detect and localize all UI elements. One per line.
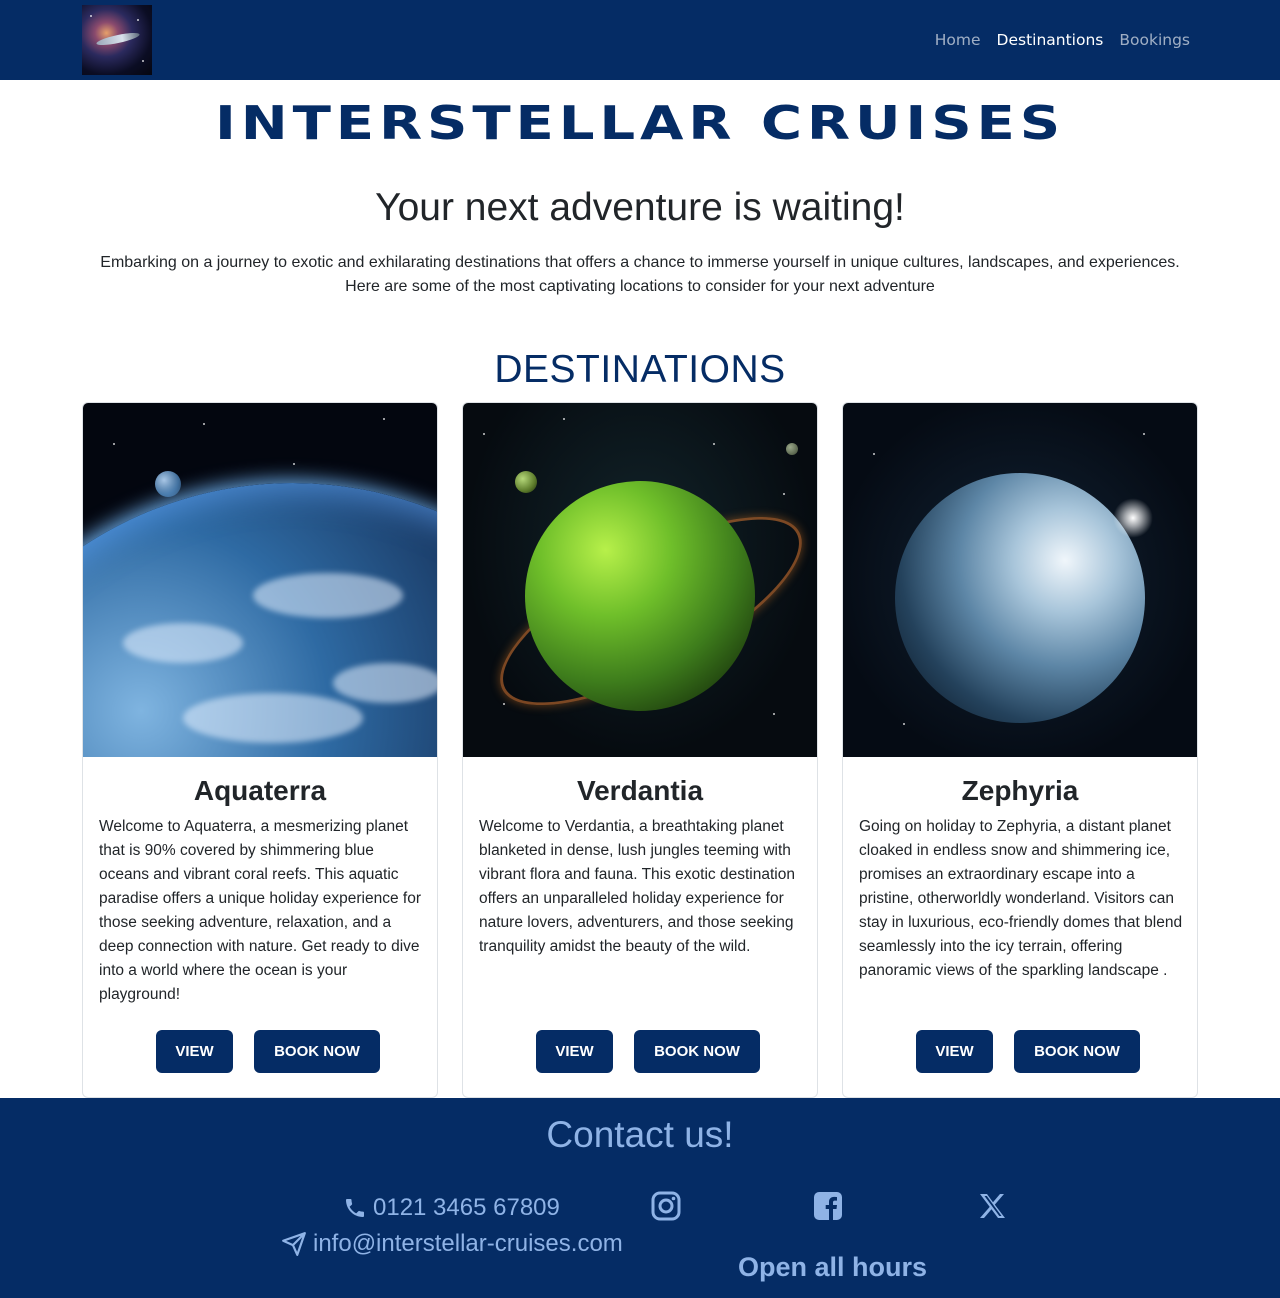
book-now-button[interactable]: BOOK NOW: [254, 1030, 380, 1073]
star-dot: [90, 15, 92, 17]
cloud: [183, 693, 363, 743]
view-button[interactable]: VIEW: [536, 1030, 613, 1073]
spaceship-icon: [95, 30, 141, 48]
card-description: Welcome to Aquaterra, a mesmerizing plan…: [99, 818, 421, 1003]
tagline: Your next adventure is waiting!: [375, 186, 905, 229]
nav-link-bookings[interactable]: Bookings: [1119, 31, 1190, 49]
phone-icon: [346, 1199, 364, 1217]
star-dot: [203, 423, 205, 425]
card-title: Aquaterra: [193, 775, 327, 806]
x-icon[interactable]: [976, 1190, 1008, 1222]
ice-planet-image: [843, 403, 1197, 757]
open-hours: Open all hours: [738, 1252, 928, 1282]
star-dot: [873, 453, 875, 455]
star-dot: [383, 418, 385, 420]
destination-cards: Aquaterra Welcome to Aquaterra, a mesmer…: [82, 402, 1198, 1098]
planet: [525, 481, 755, 711]
view-button[interactable]: VIEW: [916, 1030, 993, 1073]
star-dot: [773, 713, 775, 715]
intro-text: Embarking on a journey to exotic and exh…: [100, 254, 1180, 295]
star-dot: [483, 433, 485, 435]
star-dot: [903, 723, 905, 725]
star-dot: [293, 463, 295, 465]
brand-title: INTERSTELLAR CRUISES: [214, 96, 1066, 150]
moon: [786, 443, 798, 455]
star-dot: [503, 703, 505, 705]
star-dot: [783, 493, 785, 495]
destination-card: Verdantia Welcome to Verdantia, a breath…: [462, 402, 818, 1098]
moon: [155, 471, 181, 497]
facebook-icon[interactable]: [812, 1190, 844, 1222]
ocean-planet-image: [83, 403, 437, 757]
planet: [895, 473, 1145, 723]
moon: [515, 471, 537, 493]
destination-card: Zephyria Going on holiday to Zephyria, a…: [842, 402, 1198, 1098]
star-dot: [1143, 433, 1145, 435]
view-button[interactable]: VIEW: [156, 1030, 233, 1073]
sun-flare: [1113, 498, 1153, 538]
contact-title: Contact us!: [546, 1114, 734, 1155]
nav-links: Home Destinantions Bookings: [935, 0, 1190, 80]
nav-link-home[interactable]: Home: [935, 31, 981, 49]
navbar: Home Destinantions Bookings: [0, 0, 1280, 80]
card-description: Welcome to Verdantia, a breathtaking pla…: [479, 818, 795, 955]
jungle-planet-image: [463, 403, 817, 757]
card-description: Going on holiday to Zephyria, a distant …: [859, 818, 1183, 979]
phone-number: 0121 3465 67809: [373, 1194, 560, 1221]
email-contact[interactable]: info@interstellar-cruises.com: [281, 1230, 623, 1258]
instagram-icon[interactable]: [650, 1190, 682, 1222]
nav-link-destinations[interactable]: Destinantions: [997, 31, 1104, 49]
destination-card: Aquaterra Welcome to Aquaterra, a mesmer…: [82, 402, 438, 1098]
destinations-title: DESTINATIONS: [494, 348, 786, 391]
send-icon: [282, 1232, 306, 1256]
phone-contact[interactable]: 0121 3465 67809: [343, 1194, 560, 1222]
logo[interactable]: [82, 5, 152, 75]
star-dot: [713, 443, 715, 445]
card-title: Verdantia: [576, 775, 704, 806]
book-now-button[interactable]: BOOK NOW: [634, 1030, 760, 1073]
star-dot: [142, 60, 144, 62]
star-dot: [137, 19, 139, 21]
cloud: [333, 663, 437, 703]
cloud: [253, 573, 403, 618]
cloud: [123, 623, 243, 663]
book-now-button[interactable]: BOOK NOW: [1014, 1030, 1140, 1073]
card-title: Zephyria: [961, 775, 1079, 806]
email-address: info@interstellar-cruises.com: [313, 1230, 623, 1257]
footer: Contact us! 0121 3465 67809 info@interst…: [0, 1098, 1280, 1298]
star-dot: [113, 443, 115, 445]
star-dot: [563, 418, 565, 420]
